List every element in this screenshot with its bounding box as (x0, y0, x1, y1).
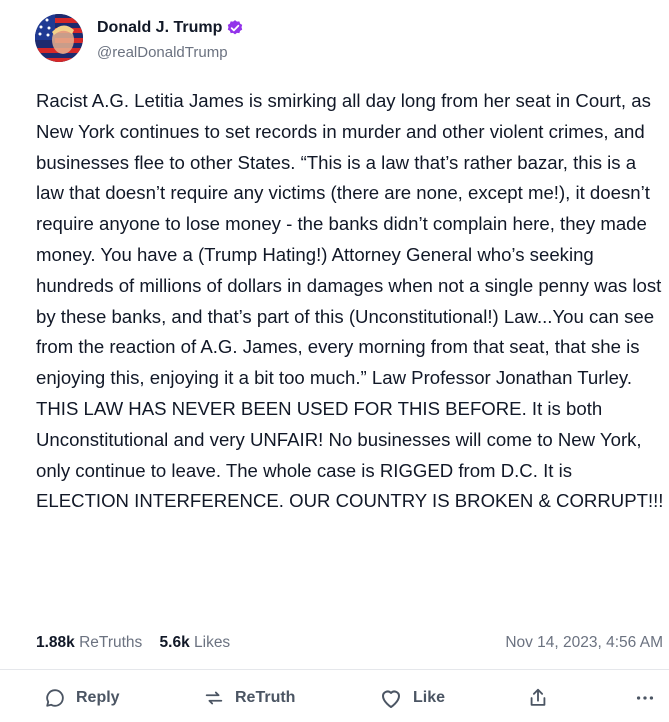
display-name[interactable]: Donald J. Trump (97, 19, 222, 37)
likes-label: Likes (194, 634, 231, 651)
share-button[interactable] (527, 680, 559, 716)
like-label: Like (413, 689, 446, 706)
post-card: Donald J. Trump @realDonaldTrump Racist … (0, 0, 669, 722)
more-icon (636, 696, 654, 700)
more-button[interactable] (634, 680, 666, 716)
action-bar: Reply ReTruth Like (0, 680, 669, 716)
share-icon (530, 688, 546, 706)
divider (0, 669, 669, 670)
like-button[interactable]: Like (379, 680, 445, 716)
post-stats: 1.88k ReTruths 5.6k Likes (36, 634, 230, 652)
heart-icon (382, 690, 400, 708)
likes-count: 5.6k (159, 634, 190, 651)
retruth-button[interactable]: ReTruth (203, 680, 295, 716)
reply-button[interactable]: Reply (44, 680, 120, 716)
post-text: Racist A.G. Letitia James is smirking al… (36, 90, 667, 512)
retruths-stat[interactable]: 1.88k ReTruths (36, 634, 142, 651)
likes-stat[interactable]: 5.6k Likes (160, 634, 231, 651)
retruths-label: ReTruths (79, 634, 143, 651)
retruths-count: 1.88k (36, 634, 75, 651)
avatar[interactable] (35, 14, 83, 62)
reply-label: Reply (76, 689, 120, 706)
user-handle[interactable]: @realDonaldTrump (97, 44, 228, 61)
retruth-label: ReTruth (235, 689, 296, 706)
verified-badge-icon (226, 19, 244, 37)
reply-icon (46, 689, 64, 707)
post-timestamp[interactable]: Nov 14, 2023, 4:56 AM (505, 634, 663, 652)
name-row: Donald J. Trump (97, 19, 244, 37)
retruth-icon (205, 691, 223, 705)
